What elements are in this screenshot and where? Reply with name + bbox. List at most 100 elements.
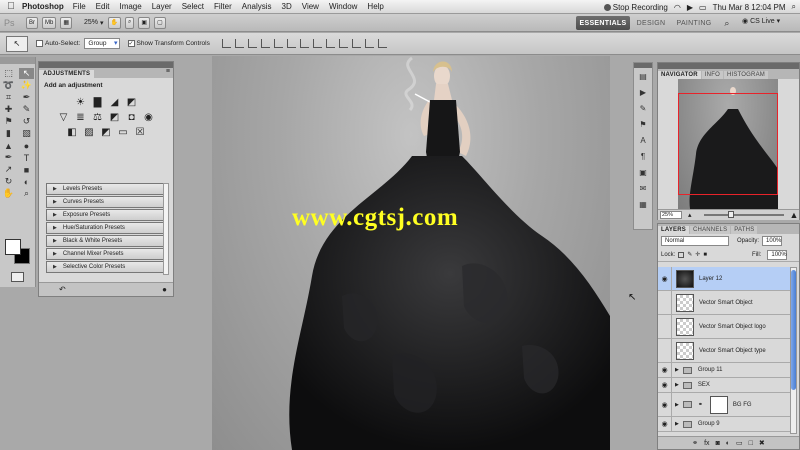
preset-selective-color[interactable]: ▶ Selective Color Presets [46,261,164,273]
menu-select[interactable]: Select [182,2,204,11]
workspace-essentials[interactable]: ESSENTIALS [576,16,630,30]
crop-tool-icon[interactable]: ⌗ [1,92,16,103]
preset-channel-mixer[interactable]: ▶ Channel Mixer Presets [46,248,164,260]
tool-preset-picker[interactable]: ↖ [6,35,28,52]
curves-icon[interactable]: ◢ [108,97,121,108]
selective-color-icon[interactable]: ☒ [134,127,147,138]
levels-icon[interactable]: ▇ [91,97,104,108]
shape-tool-icon[interactable]: ■ [19,164,34,175]
layer-mask-thumbnail[interactable] [709,395,728,414]
auto-select-target-select[interactable]: Group [84,38,120,49]
eyedropper-tool-icon[interactable]: ✒ [19,92,34,103]
auto-select-checkbox[interactable]: Auto-Select: [36,40,80,47]
volume-icon[interactable]: ▶ [687,3,693,12]
screen-mode-button[interactable]: ▢ [154,16,166,29]
bridge-button[interactable]: Br [26,16,38,29]
lock-position-icon[interactable]: ✛ [695,251,700,258]
eye-icon[interactable]: ◉ [658,378,672,392]
black-white-icon[interactable]: ◩ [108,112,121,123]
brush-panel-icon[interactable]: ✎ [634,100,652,116]
tab-layers[interactable]: LAYERS [658,226,689,234]
menu-filter[interactable]: Filter [214,2,232,11]
gradient-tool-icon[interactable]: ▧ [19,128,34,139]
new-layer-icon[interactable]: □ [749,440,753,447]
healing-brush-tool-icon[interactable]: ✚ [1,104,16,115]
exposure-icon[interactable]: ◩ [125,97,138,108]
show-transform-controls-checkbox[interactable]: Show Transform Controls [127,40,210,47]
lock-all-icon[interactable]: ■ [703,252,707,258]
triangle-right-icon[interactable]: ▶ [675,367,679,373]
zoom-level-select[interactable]: 25% ▾ [84,19,104,27]
3d-camera-tool-icon[interactable]: ◐ [19,176,34,187]
layer-group-row[interactable]: ◉ ▶ SEX [658,378,791,393]
slider-knob[interactable] [727,211,734,218]
stop-recording-button[interactable]: Stop Recording [603,3,668,12]
minibridge-button[interactable]: Mb [42,16,57,29]
triangle-right-icon[interactable]: ▶ [675,402,679,408]
fill-field[interactable]: 100% [767,249,788,260]
move-tool-icon[interactable]: ↖ [19,68,34,79]
scrollbar-thumb[interactable] [791,270,796,390]
paragraph-panel-icon[interactable]: ¶ [634,148,652,164]
channel-mixer-icon[interactable]: ◉ [142,112,155,123]
auto-align-icon[interactable] [377,39,387,48]
new-group-icon[interactable]: ▭ [736,439,743,447]
layer-group-row[interactable]: ◉ ▶ Group 9 [658,417,791,432]
eraser-tool-icon[interactable]: ▮ [1,128,16,139]
magic-wand-tool-icon[interactable]: ✨ [19,80,34,91]
zoom-tool-icon[interactable]: ⌕ [19,188,34,199]
triangle-right-icon[interactable]: ▶ [675,421,679,427]
preset-levels[interactable]: ▶ Levels Presets [46,183,164,195]
distribute-left-icon[interactable] [338,39,348,48]
layer-style-icon[interactable]: fx [704,440,709,447]
align-bottom-icon[interactable] [247,39,257,48]
menu-3d[interactable]: 3D [282,2,292,11]
align-vcenter-icon[interactable] [234,39,244,48]
hue-saturation-icon[interactable]: ≣ [74,112,87,123]
navigator-zoom-slider[interactable] [703,211,784,218]
posterize-icon[interactable]: ▨ [83,127,96,138]
layer-group-row[interactable]: ◉ ▶ ⚭ BG FG [658,393,791,417]
notes-panel-icon[interactable]: ✉ [634,180,652,196]
type-tool-icon[interactable]: T [19,152,34,163]
hand-tool-button[interactable]: ✋ [107,16,122,29]
foreground-color-swatch[interactable] [5,239,21,255]
panel-menu-icon[interactable]: ≡ [166,68,170,75]
document-canvas[interactable]: www.cgtsj.com [212,56,610,450]
layers-scrollbar[interactable] [790,267,797,434]
clone-stamp-tool-icon[interactable]: ⚑ [1,116,16,127]
clone-source-panel-icon[interactable]: ⚑ [634,116,652,132]
search-icon[interactable]: ⌕ [720,16,734,30]
tools-panel-header[interactable] [0,57,35,64]
menu-image[interactable]: Image [119,2,141,11]
blur-tool-icon[interactable]: ▲ [1,140,16,151]
add-mask-icon[interactable]: ◙ [716,440,720,447]
zoom-tool-button[interactable]: ⌕ [125,16,135,29]
tab-info[interactable]: INFO [701,71,723,79]
distribute-right-icon[interactable] [364,39,374,48]
apple-icon[interactable]:  [0,1,22,12]
invert-icon[interactable]: ◧ [66,127,79,138]
cs-live-button[interactable]: ◉ CS Live ▾ [742,17,780,26]
tab-paths[interactable]: PATHS [731,226,758,234]
layer-row[interactable]: Vector Smart Object logo [658,315,791,339]
lasso-tool-icon[interactable]: ➰ [1,80,16,91]
3d-rotate-tool-icon[interactable]: ↻ [1,176,16,187]
eye-icon[interactable]: ◉ [658,363,672,377]
tab-adjustments[interactable]: ADJUSTMENTS [39,70,95,78]
pen-tool-icon[interactable]: ✒ [1,152,16,163]
threshold-icon[interactable]: ◩ [100,127,113,138]
gradient-map-icon[interactable]: ▭ [117,127,130,138]
view-extras-button[interactable]: ▦ [60,16,73,29]
menu-edit[interactable]: Edit [96,2,110,11]
marquee-tool-icon[interactable]: ⬚ [1,68,16,79]
align-right-icon[interactable] [286,39,296,48]
arrange-documents-button[interactable]: ▣ [138,16,151,29]
tab-histogram[interactable]: HISTOGRAM [723,71,768,79]
swatches-panel-icon[interactable]: ▦ [634,196,652,212]
menu-view[interactable]: View [302,2,319,11]
preset-black-white[interactable]: ▶ Black & White Presets [46,235,164,247]
tab-channels[interactable]: CHANNELS [690,226,731,234]
layer-row[interactable]: ◉ Layer 12 [658,267,791,291]
workspace-design[interactable]: DESIGN [636,16,666,30]
